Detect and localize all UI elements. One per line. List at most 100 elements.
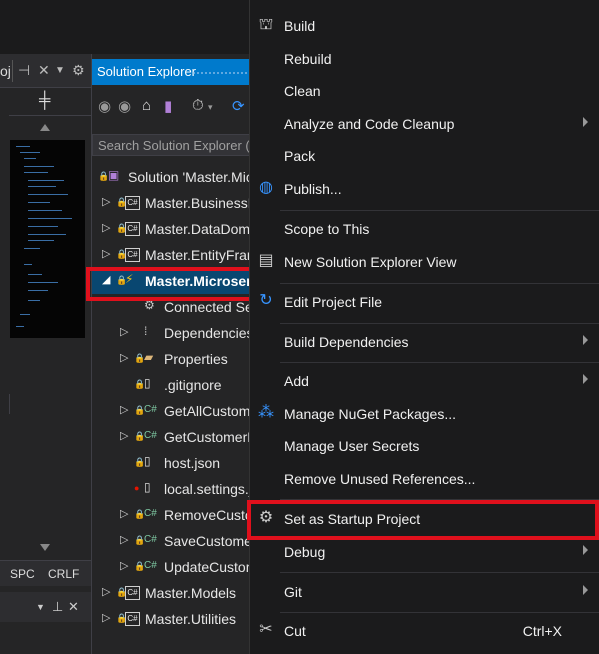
json-file-icon: ▯ xyxy=(144,480,151,494)
menu-item-label: Clean xyxy=(284,83,321,99)
line-ending-indicator[interactable]: CRLF xyxy=(48,567,79,581)
menu-separator xyxy=(280,572,599,573)
forward-icon[interactable]: ◉ xyxy=(118,97,131,115)
menu-item-scope-to-this[interactable]: Scope to This xyxy=(250,213,599,245)
expand-icon[interactable]: ▷ xyxy=(120,351,128,364)
tree-item-project[interactable]: ▷ 🔒 C# Master.BusinessDomain xyxy=(92,190,252,216)
expand-icon[interactable]: ▷ xyxy=(120,533,128,546)
tree-item-dependencies[interactable]: ▷ ⁞ Dependencies xyxy=(92,320,252,346)
lock-icon: ● xyxy=(134,483,140,493)
expand-icon[interactable]: ▷ xyxy=(120,559,128,572)
close-icon[interactable]: ✕ xyxy=(68,599,79,615)
pin-icon[interactable]: ⊣ xyxy=(18,62,30,79)
submenu-arrow-icon xyxy=(583,374,588,384)
dropdown-icon[interactable]: ▼ xyxy=(36,602,45,612)
menu-item-label: Scope to This xyxy=(284,221,370,237)
close-icon[interactable]: ✕ xyxy=(38,62,50,79)
menu-item-add[interactable]: Add xyxy=(250,365,599,397)
tree-item-file[interactable]: 🔒 ▯ host.json xyxy=(92,450,252,476)
menu-item-label: Manage NuGet Packages... xyxy=(284,406,456,422)
menu-item-label: Cut xyxy=(284,623,306,639)
menu-item-remove-unused-references[interactable]: Remove Unused References... xyxy=(250,463,599,495)
expand-icon[interactable]: ▷ xyxy=(102,247,110,260)
menu-item-clean[interactable]: Clean xyxy=(250,75,599,107)
menu-item-manage-nuget[interactable]: ⁂ Manage NuGet Packages... xyxy=(250,398,599,430)
expand-icon[interactable]: ▷ xyxy=(120,507,128,520)
tree-item-project[interactable]: ▷ 🔒 C# Master.DataDomain xyxy=(92,216,252,242)
tree-item-label: Properties xyxy=(164,351,228,367)
connected-services-icon: ⚙ xyxy=(144,298,155,312)
menu-item-pack[interactable]: Pack xyxy=(250,140,599,172)
scroll-down-arrow[interactable] xyxy=(40,544,50,551)
tree-item-file[interactable]: ▷ 🔒 C# GetAllCustomers.cs xyxy=(92,398,252,424)
gear-icon[interactable]: ⚙ xyxy=(72,62,85,79)
expand-icon[interactable]: ▷ xyxy=(102,611,110,624)
tree-item-project[interactable]: ▷ 🔒 C# Master.EntityFramework xyxy=(92,242,252,268)
menu-item-rebuild[interactable]: Rebuild xyxy=(250,43,599,75)
search-input[interactable]: Search Solution Explorer (Ctrl+;) xyxy=(92,134,286,156)
properties-folder-icon: ▰ xyxy=(144,350,154,364)
menu-item-publish[interactable]: ◍ Publish... xyxy=(250,173,599,205)
home-icon[interactable]: ⌂ xyxy=(142,97,151,114)
csharp-file-icon: C# xyxy=(144,508,157,519)
tree-item-file[interactable]: 🔒 ▯ .gitignore xyxy=(92,372,252,398)
tree-item-solution[interactable]: 🔒 ▣ Solution 'Master.Microservices' xyxy=(92,164,252,190)
menu-item-label: Manage User Secrets xyxy=(284,438,420,454)
menu-item-label: Git xyxy=(284,584,302,600)
dropdown-icon[interactable]: ▼ xyxy=(55,65,65,76)
menu-item-set-startup-project[interactable]: ⚙ Set as Startup Project xyxy=(250,503,599,535)
menu-item-git[interactable]: Git xyxy=(250,576,599,608)
tree-item-properties[interactable]: ▷ 🔒 ▰ Properties xyxy=(92,346,252,372)
expand-icon[interactable]: ▷ xyxy=(120,429,128,442)
margin-ruler xyxy=(0,394,10,414)
tree-item-file[interactable]: ▷ 🔒 C# RemoveCustomer.cs xyxy=(92,502,252,528)
tree-item-selected-project[interactable]: ◢ 🔒 ⚡ Master.Microservices xyxy=(92,268,252,294)
left-panel-toolbar: ╪ xyxy=(9,92,91,116)
menu-item-edit-project-file[interactable]: ↻ Edit Project File xyxy=(250,286,599,318)
tree-item-label: Connected Services xyxy=(164,299,252,315)
menu-item-debug[interactable]: Debug xyxy=(250,536,599,568)
csharp-file-icon: C# xyxy=(144,534,157,545)
tree-item-file[interactable]: ▷ 🔒 C# UpdateCustomer.cs xyxy=(92,554,252,580)
sync-icon[interactable]: ⟳ xyxy=(232,97,245,115)
scroll-up-arrow[interactable] xyxy=(40,124,50,131)
pin-icon[interactable]: ⊥ xyxy=(52,599,63,615)
solution-explorer-title-bar: Solution Explorer xyxy=(92,59,252,85)
expand-icon[interactable]: ▷ xyxy=(120,403,128,416)
menu-item-build[interactable]: ⛫ Build xyxy=(250,10,599,42)
tree-item-connected-services[interactable]: ⚙ Connected Services xyxy=(92,294,252,320)
pending-changes-icon[interactable]: ⏱ xyxy=(192,97,204,114)
split-icon[interactable]: ╪ xyxy=(39,92,50,110)
expand-icon[interactable]: ▷ xyxy=(120,325,128,338)
menu-item-label: Remove Unused References... xyxy=(284,471,476,487)
expand-icon[interactable]: ▷ xyxy=(102,585,110,598)
expand-icon[interactable]: ▷ xyxy=(102,195,110,208)
switch-views-icon[interactable]: ▮ xyxy=(164,97,172,115)
tree-item-label: GetCustomerById.cs xyxy=(164,429,252,445)
menu-item-manage-secrets[interactable]: Manage User Secrets xyxy=(250,430,599,462)
context-menu: ⛫ Build Rebuild Clean Analyze and Code C… xyxy=(249,0,599,654)
menu-item-new-view[interactable]: ▤ New Solution Explorer View xyxy=(250,246,599,278)
menu-item-analyze[interactable]: Analyze and Code Cleanup xyxy=(250,108,599,140)
solution-explorer-toolbar: ◉ ◉ ⌂ ▮ ⏱ ▾ ⟳ xyxy=(92,92,252,120)
tree-item-file[interactable]: ▷ 🔒 C# SaveCustomerData.cs xyxy=(92,528,252,554)
tree-item-file[interactable]: ● ▯ local.settings.json xyxy=(92,476,252,502)
tree-item-project[interactable]: ▷ 🔒 C# Master.Models xyxy=(92,580,252,606)
tree-item-label: Master.Utilities xyxy=(145,611,237,627)
expand-icon[interactable]: ▷ xyxy=(102,221,110,234)
back-icon[interactable]: ◉ xyxy=(98,97,111,115)
tree-item-label: Master.EntityFramework xyxy=(145,247,252,263)
tree-item-file[interactable]: ▷ 🔒 C# GetCustomerById.cs xyxy=(92,424,252,450)
dropdown-icon[interactable]: ▾ xyxy=(208,102,213,113)
menu-item-cut[interactable]: ✂ Cut Ctrl+X xyxy=(250,615,599,647)
code-minimap[interactable] xyxy=(10,140,85,338)
collapse-icon[interactable]: ◢ xyxy=(102,273,110,286)
menu-item-build-dependencies[interactable]: Build Dependencies xyxy=(250,326,599,358)
whitespace-indicator[interactable]: SPC xyxy=(10,567,35,581)
tree-item-project[interactable]: ▷ 🔒 C# Master.Utilities xyxy=(92,606,252,632)
drag-grip[interactable] xyxy=(192,71,252,75)
menu-item-label: Add xyxy=(284,373,309,389)
solution-icon: ▣ xyxy=(108,168,120,182)
function-project-icon: ⚡ xyxy=(125,272,134,286)
csharp-file-icon: C# xyxy=(144,404,157,415)
